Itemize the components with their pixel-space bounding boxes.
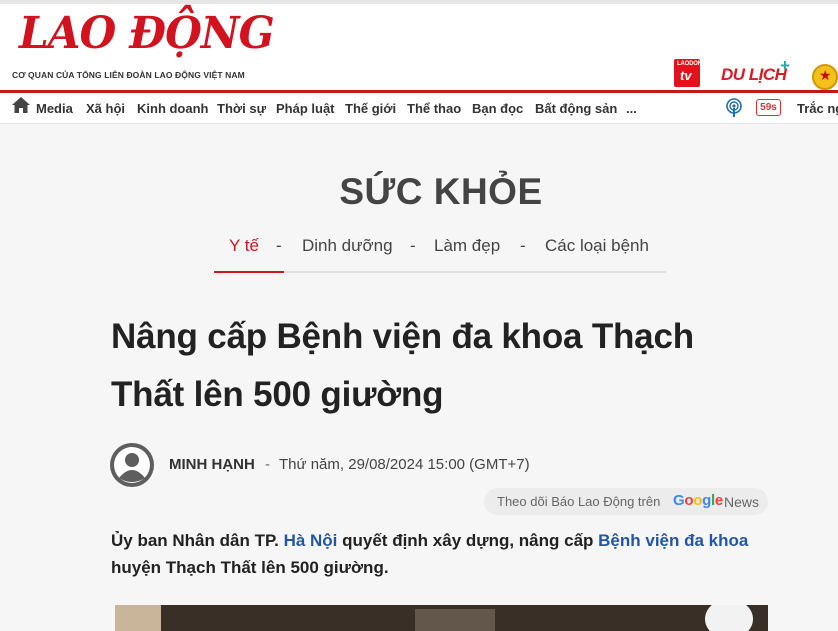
section-title[interactable]: SỨC KHỎE (0, 171, 838, 213)
nav-item-thoi-su[interactable]: Thời sự (217, 101, 266, 116)
news-label: News (724, 494, 760, 510)
nav-item-bat-dong-san[interactable]: Bất động sản (535, 101, 617, 116)
59s-video-badge[interactable]: 59s (756, 99, 781, 116)
subnav-separator: - (520, 236, 526, 255)
follow-google-news-button[interactable]: Theo dõi Báo Lao Động trên Google News (484, 488, 768, 515)
nav-item-ban-doc[interactable]: Bạn đọc (472, 101, 523, 116)
brand-header: LAO ĐỘNG CƠ QUAN CỦA TỔNG LIÊN ĐOÀN LAO … (0, 4, 838, 90)
site-logo[interactable]: LAO ĐỘNG (19, 12, 275, 56)
lead-text: huyện Thạch Thất lên 500 giường. (111, 558, 389, 577)
follow-text: Theo dõi Báo Lao Động trên (497, 494, 661, 509)
du-lich-plus-icon: + (780, 56, 790, 75)
nav-item-trac-nghiem[interactable]: Trắc ng (797, 101, 838, 116)
nav-item-more[interactable]: ... (626, 101, 637, 116)
article-photo[interactable] (115, 605, 768, 631)
subnav-dinh-duong[interactable]: Dinh dưỡng (302, 236, 393, 256)
byline-separator: - (265, 456, 270, 473)
subnav-y-te[interactable]: Y tế (229, 236, 259, 256)
main-navigation: Media Xã hội Kinh doanh Thời sự Pháp luậ… (0, 90, 838, 124)
link-ha-noi[interactable]: Hà Nội (284, 531, 338, 550)
subnav-cac-loai-benh[interactable]: Các loại bệnh (545, 236, 649, 256)
publish-date: Thứ năm, 29/08/2024 15:00 (GMT+7) (279, 456, 530, 473)
lead-text: quyết định xây dựng, nâng cấp (337, 531, 599, 550)
nav-item-the-thao[interactable]: Thể thao (407, 101, 461, 116)
article-headline: Nâng cấp Bệnh viện đa khoa Thạch Thất lê… (111, 317, 694, 414)
nav-item-phap-luat[interactable]: Pháp luật (276, 101, 335, 116)
podcast-icon[interactable] (725, 98, 743, 118)
lead-text: Ủy ban Nhân dân TP. (111, 531, 284, 550)
union-emblem-icon[interactable]: ★ (812, 64, 838, 90)
nav-item-media[interactable]: Media (36, 101, 73, 116)
google-logo: Google (673, 492, 723, 509)
subnav-separator: - (276, 236, 282, 255)
article-lead: Ủy ban Nhân dân TP. Hà Nội quyết định xâ… (111, 527, 761, 581)
du-lich-link[interactable]: DU LỊCH (721, 65, 787, 85)
laodong-tv-icon[interactable]: LAODONG tv (674, 59, 706, 87)
author-avatar[interactable] (110, 443, 154, 487)
home-icon[interactable] (11, 96, 31, 114)
link-benh-vien-da-khoa[interactable]: Bệnh viện đa khoa (598, 531, 748, 550)
section-subnav: Y tế - Dinh dưỡng - Làm đẹp - Các loại b… (0, 236, 838, 256)
site-tagline: CƠ QUAN CỦA TỔNG LIÊN ĐOÀN LAO ĐỘNG VIỆT… (12, 70, 245, 80)
nav-item-the-gioi[interactable]: Thế giới (345, 101, 396, 116)
user-silhouette-icon (111, 444, 153, 486)
subnav-separator: - (410, 236, 416, 255)
subnav-lam-dep[interactable]: Làm đẹp (434, 236, 500, 256)
author-name[interactable]: MINH HẠNH (169, 456, 255, 473)
subnav-active-indicator (214, 271, 284, 273)
nav-item-xa-hoi[interactable]: Xã hội (86, 101, 125, 116)
nav-item-kinh-doanh[interactable]: Kinh doanh (137, 101, 209, 116)
